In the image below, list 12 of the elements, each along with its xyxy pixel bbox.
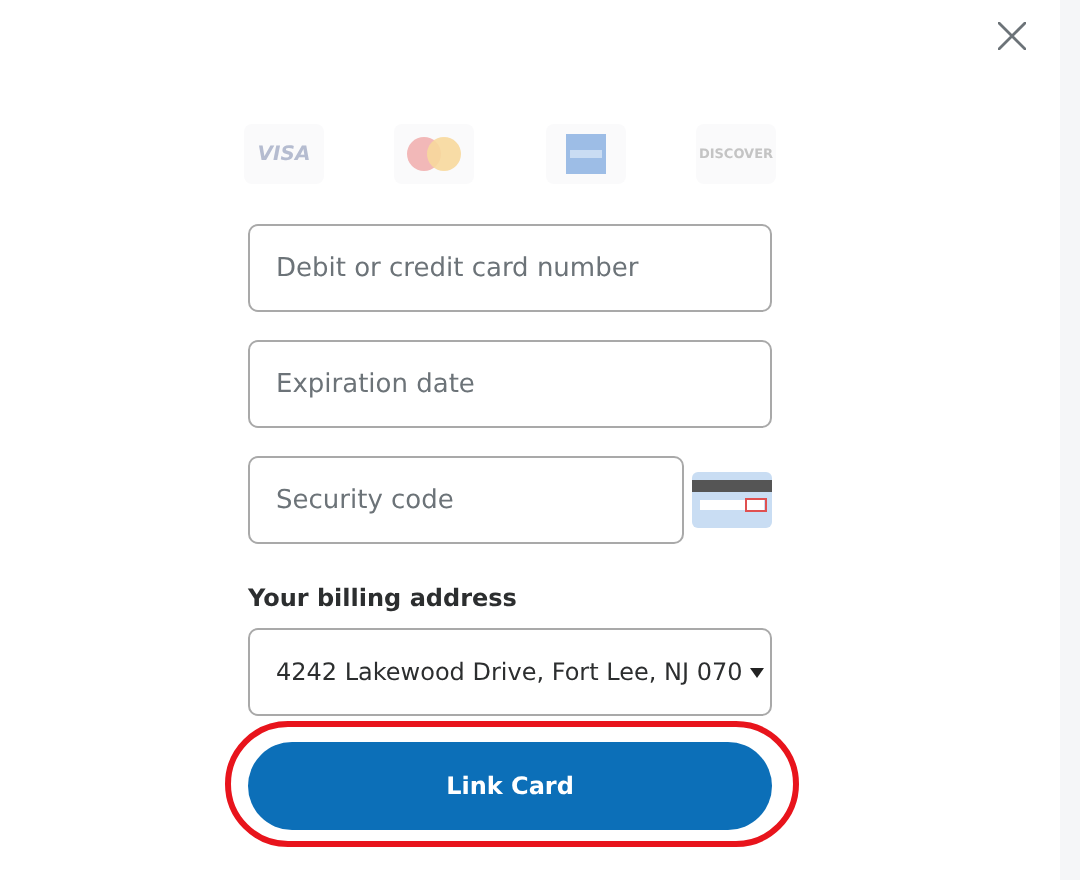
link-card-button[interactable]: Link Card — [248, 742, 772, 830]
text-field[interactable]: Expiration date — [248, 340, 772, 428]
amex-logo — [565, 134, 606, 174]
billing-label: Your billing address — [248, 584, 519, 612]
visa-logo: VISA — [244, 124, 324, 184]
mastercard-logo — [406, 136, 463, 172]
card-back-icon — [692, 472, 772, 528]
caret-icon — [750, 667, 765, 677]
security-code-field[interactable]: Security code — [248, 456, 684, 544]
address-select[interactable]: 4242 Lakewood Drive, Fort Lee, NJ 070 — [248, 628, 772, 716]
close-icon[interactable] — [998, 22, 1026, 50]
text-field[interactable]: Debit or credit card number — [248, 224, 772, 312]
